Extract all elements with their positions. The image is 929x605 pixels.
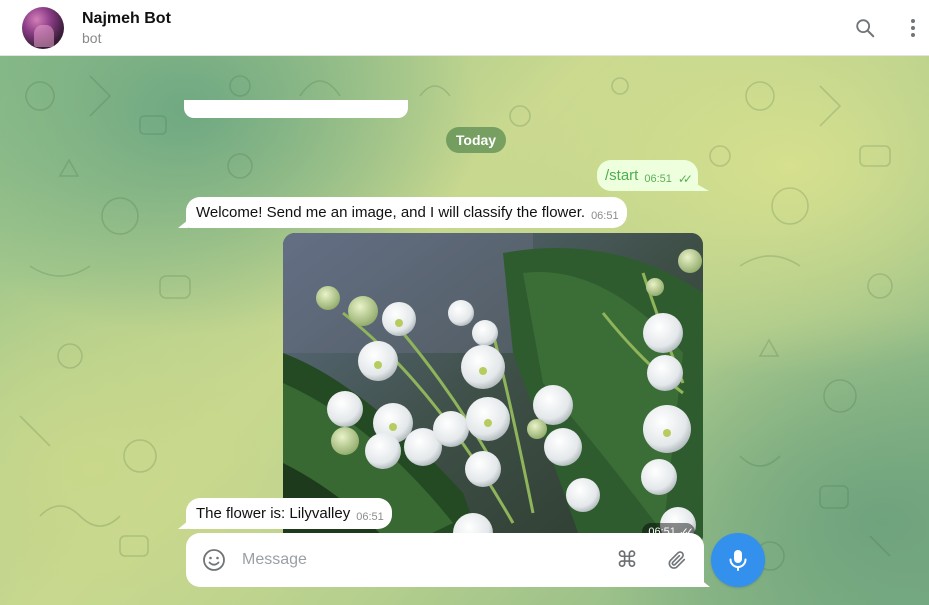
outgoing-message[interactable]: /start 06:51 ✓✓ [597,160,698,191]
message-time: 06:51 [644,172,672,185]
search-icon[interactable] [853,16,877,40]
paperclip-icon[interactable] [664,546,690,574]
message-time: 06:51 [356,511,384,523]
emoji-icon[interactable] [200,546,228,574]
microphone-icon[interactable] [711,533,765,587]
chat-title-block[interactable]: Najmeh Bot bot [82,9,171,47]
more-vertical-icon[interactable] [901,16,925,40]
command-icon[interactable]: ⌘ [614,547,640,573]
previous-message-fragment [184,100,408,118]
double-check-icon: ✓✓ [677,171,693,186]
message-time: 06:51 [591,210,619,222]
avatar[interactable] [22,7,64,49]
message-input[interactable] [242,547,602,573]
message-text: Welcome! Send me an image, and I will cl… [196,204,586,221]
chat-subtitle: bot [82,30,102,46]
incoming-message[interactable]: The flower is: Lilyvalley 06:51 [186,498,392,529]
incoming-message[interactable]: Welcome! Send me an image, and I will cl… [186,197,627,228]
chat-header: Najmeh Bot bot [0,0,929,56]
chat-area[interactable]: Today /start 06:51 ✓✓ Welcome! Send me a… [0,56,929,605]
message-composer: ⌘ [186,533,704,587]
date-separator: Today [446,127,506,153]
message-text: The flower is: Lilyvalley [196,505,351,522]
message-text: /start [605,167,639,184]
chat-title: Najmeh Bot [82,10,171,27]
